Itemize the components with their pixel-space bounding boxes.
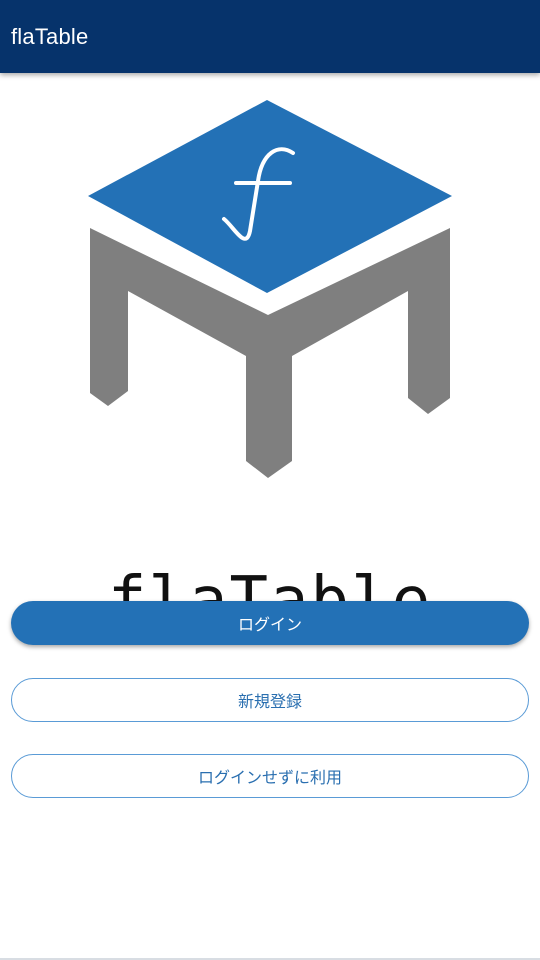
- register-button[interactable]: 新規登録: [11, 678, 529, 722]
- app-title: flaTable: [11, 23, 89, 49]
- guest-use-button[interactable]: ログインせずに利用: [11, 754, 529, 798]
- logo: flaTable: [0, 73, 540, 633]
- table-logo-icon: [88, 100, 452, 478]
- app-bar: flaTable: [0, 0, 540, 73]
- login-button[interactable]: ログイン: [11, 601, 529, 645]
